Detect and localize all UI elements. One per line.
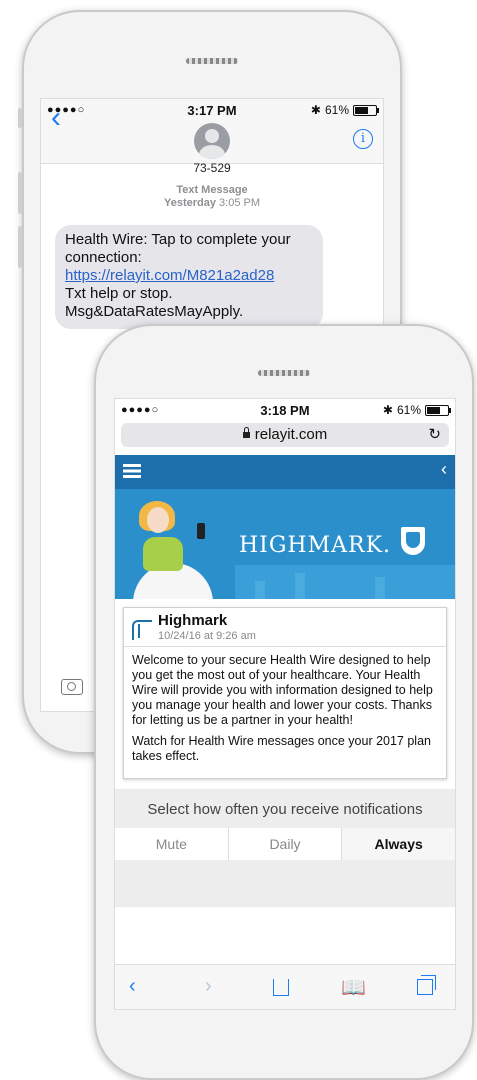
contact-avatar[interactable] xyxy=(194,123,230,159)
browser-screen: ●●●●○ 3:18 PM ✱ 61% relayit.com ↻ ‹ HIGH… xyxy=(114,398,456,1010)
skyline-decoration xyxy=(235,565,455,599)
conversation-header: ●●●●○ 3:17 PM ✱ 61% ‹ i xyxy=(41,99,383,164)
bluetooth-icon: ✱ xyxy=(310,103,321,117)
site-nav-bar: ‹ xyxy=(115,455,455,489)
back-chevron-icon[interactable]: ‹ xyxy=(51,101,61,135)
notification-frequency-selector: Mute Daily Always xyxy=(115,828,455,860)
status-bar: ●●●●○ 3:17 PM ✱ 61% xyxy=(41,99,383,121)
hamburger-menu-icon[interactable] xyxy=(123,464,141,478)
card-header: Highmark 10/24/16 at 9:26 am xyxy=(124,608,446,647)
blue-shield-icon xyxy=(401,527,425,555)
message-type-label: Text Message xyxy=(176,184,248,196)
lock-icon xyxy=(242,427,250,438)
message-line-3: Msg&DataRatesMayApply. xyxy=(65,303,244,320)
reload-icon[interactable]: ↻ xyxy=(428,423,441,447)
bluetooth-icon: ✱ xyxy=(382,403,393,417)
option-mute[interactable]: Mute xyxy=(115,828,229,860)
share-icon[interactable] xyxy=(273,979,289,996)
tabs-icon[interactable] xyxy=(417,975,436,995)
highmark-h-icon xyxy=(132,620,152,640)
speaker-grille xyxy=(186,58,238,64)
notification-label: Select how often you receive notificatio… xyxy=(147,801,423,818)
message-line-2: Txt help or stop. xyxy=(65,285,173,302)
speaker-grille xyxy=(258,370,310,376)
battery-percent: 61% xyxy=(396,403,421,417)
watch-paragraph: Watch for Health Wire messages once your… xyxy=(132,734,431,763)
forward-icon[interactable]: › xyxy=(205,975,212,998)
message-meta: Text Message Yesterday 3:05 PM xyxy=(41,184,383,210)
message-day: Yesterday xyxy=(163,197,216,209)
volume-down-button xyxy=(18,226,22,268)
notification-settings: Select how often you receive notificatio… xyxy=(115,789,455,907)
contact-name[interactable]: 73-529 xyxy=(41,161,383,175)
battery-percent: 61% xyxy=(324,103,349,117)
message-time: 3:05 PM xyxy=(219,197,260,209)
browser-toolbar: ‹ › 📖 xyxy=(115,964,455,1009)
collapse-chevron-icon[interactable]: ‹ xyxy=(441,459,447,480)
mute-switch xyxy=(18,108,22,128)
back-icon[interactable]: ‹ xyxy=(129,975,136,998)
battery-indicator: ✱ 61% xyxy=(310,103,379,117)
card-body: Welcome to your secure Health Wire desig… xyxy=(124,647,446,778)
card-date: 10/24/16 at 9:26 am xyxy=(158,630,256,642)
welcome-paragraph: Welcome to your secure Health Wire desig… xyxy=(132,653,433,727)
woman-with-phone-illustration xyxy=(133,497,219,599)
message-bubble[interactable]: Health Wire: Tap to complete your connec… xyxy=(55,225,323,329)
highmark-banner: HIGHMARK. xyxy=(115,489,455,599)
bookmarks-icon[interactable]: 📖 xyxy=(341,975,366,999)
url-text: relayit.com xyxy=(254,426,328,443)
address-bar[interactable]: relayit.com ↻ xyxy=(121,423,449,447)
volume-up-button xyxy=(18,172,22,214)
camera-icon[interactable] xyxy=(61,679,83,695)
message-link[interactable]: https://relayit.com/M821a2ad28 xyxy=(65,267,274,284)
highmark-logo: HIGHMARK. xyxy=(238,533,391,558)
battery-icon xyxy=(353,104,379,116)
front-phone-frame: ●●●●○ 3:18 PM ✱ 61% relayit.com ↻ ‹ HIGH… xyxy=(94,324,474,1080)
info-button[interactable]: i xyxy=(353,129,373,149)
battery-indicator: ✱ 61% xyxy=(382,403,451,417)
status-bar: ●●●●○ 3:18 PM ✱ 61% xyxy=(115,399,455,421)
welcome-card: Highmark 10/24/16 at 9:26 am Welcome to … xyxy=(123,607,447,779)
battery-icon xyxy=(425,404,451,416)
option-daily[interactable]: Daily xyxy=(229,828,343,860)
option-always[interactable]: Always xyxy=(342,828,455,860)
message-line-1: Health Wire: Tap to complete your connec… xyxy=(65,231,291,266)
card-title: Highmark xyxy=(158,612,228,629)
